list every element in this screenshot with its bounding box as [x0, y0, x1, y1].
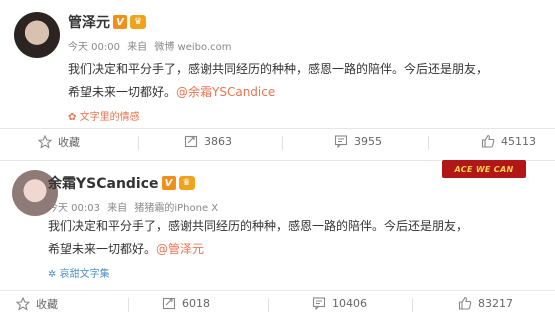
mention-link[interactable]: @余霜YSCandice [176, 85, 275, 99]
separator [282, 136, 283, 150]
comment-button[interactable]: 3955 [334, 134, 382, 148]
post-time[interactable]: 今天 00:00 [68, 42, 120, 53]
star-icon [38, 135, 52, 149]
post-content: 我们决定和平分手了，感谢共同经历的种种，感恩一路的陪伴。今后还是朋友， 希望未来… [48, 215, 548, 261]
source-prefix: 来自 [127, 42, 148, 53]
repost-button[interactable]: 3863 [184, 134, 232, 148]
comment-button[interactable]: 10406 [312, 296, 367, 310]
verified-badge-icon: V [161, 176, 176, 190]
author-name-text[interactable]: 管泽元 [68, 12, 110, 32]
separator [268, 298, 269, 312]
crown-badge-icon: ♛ [178, 176, 195, 190]
thumbs-up-icon [458, 296, 472, 310]
crown-badge-icon: ♛ [130, 15, 146, 29]
topic-link[interactable]: ✲ 哀甜文字集 [48, 265, 110, 280]
repost-button[interactable]: 6018 [162, 296, 210, 310]
post-source[interactable]: 微博 weibo.com [154, 42, 231, 53]
like-button[interactable]: 83217 [458, 296, 513, 310]
comment-count[interactable]: 10406 [332, 297, 367, 310]
author-name[interactable]: 余霜YSCandice V ♛ [48, 173, 195, 193]
post-time[interactable]: 今天 00:03 [48, 203, 100, 214]
topic-link[interactable]: ✿ 文字里的情感 [68, 108, 140, 123]
like-count[interactable]: 45113 [501, 135, 536, 148]
post-text-line: 我们决定和平分手了，感谢共同经历的种种，感恩一路的陪伴。今后还是朋友， [48, 219, 469, 233]
promo-badge[interactable]: ACE WE CAN [442, 160, 526, 178]
verified-badge-icon: V [113, 15, 127, 29]
star-icon [16, 297, 30, 311]
action-bar: 收藏 3863 3955 45113 [0, 128, 555, 158]
topic-link-label[interactable]: 文字里的情感 [80, 112, 140, 123]
post-meta: 今天 00:00 来自 微博 weibo.com [68, 38, 236, 53]
post-meta: 今天 00:03 来自 猪猪霜的iPhone X [48, 199, 222, 214]
separator [412, 298, 413, 312]
separator [138, 136, 139, 150]
repost-icon [184, 135, 198, 148]
repost-icon [162, 297, 176, 310]
source-prefix: 来自 [107, 203, 128, 214]
author-name[interactable]: 管泽元 V ♛ [68, 12, 146, 32]
post-text-line: 希望未来一切都好。 [68, 85, 177, 99]
topic-link-label[interactable]: 哀甜文字集 [60, 269, 110, 280]
author-name-text[interactable]: 余霜YSCandice [48, 173, 159, 193]
thumbs-up-icon [481, 134, 495, 148]
mention-link[interactable]: @管泽元 [156, 242, 204, 256]
post-source[interactable]: 猪猪霜的iPhone X [134, 203, 218, 214]
like-count[interactable]: 83217 [478, 297, 513, 310]
repost-count[interactable]: 6018 [182, 297, 210, 310]
post-text-line: 希望未来一切都好。 [48, 242, 157, 256]
favorite-label[interactable]: 收藏 [36, 296, 58, 312]
separator [428, 136, 429, 150]
favorite-button[interactable]: 收藏 [16, 296, 58, 312]
favorite-label[interactable]: 收藏 [58, 134, 80, 150]
like-button[interactable]: 45113 [481, 134, 536, 148]
avatar[interactable] [14, 12, 60, 58]
separator [128, 298, 129, 312]
post-text-line: 我们决定和平分手了，感谢共同经历的种种，感恩一路的陪伴。今后还是朋友， [68, 62, 489, 76]
repost-count[interactable]: 3863 [204, 135, 232, 148]
flower-icon: ✿ [68, 112, 77, 123]
action-bar: 收藏 6018 10406 83217 [0, 290, 555, 320]
comment-icon [334, 135, 348, 148]
sparkle-icon: ✲ [48, 269, 57, 280]
comment-icon [312, 297, 326, 310]
weibo-post: 管泽元 V ♛ 今天 00:00 来自 微博 weibo.com 我们决定和平分… [0, 0, 555, 160]
weibo-post: 余霜YSCandice V ♛ ACE WE CAN 今天 00:03 来自 猪… [0, 160, 555, 322]
post-content: 我们决定和平分手了，感谢共同经历的种种，感恩一路的陪伴。今后还是朋友， 希望未来… [68, 58, 548, 104]
favorite-button[interactable]: 收藏 [38, 134, 80, 150]
comment-count[interactable]: 3955 [354, 135, 382, 148]
